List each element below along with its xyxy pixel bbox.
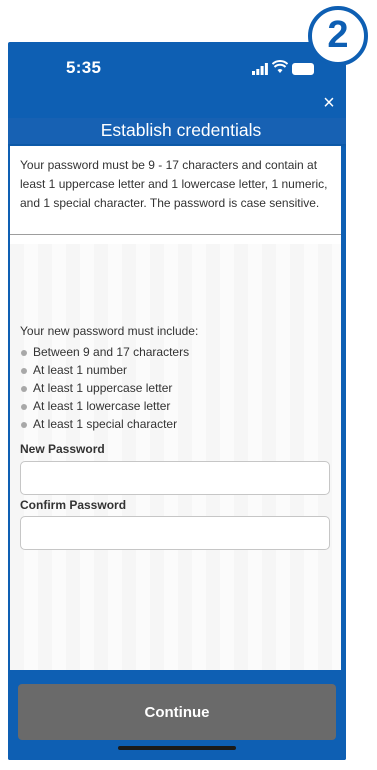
signal-icon [252,62,268,80]
battery-icon [292,63,314,75]
password-info-text: Your password must be 9 - 17 characters … [10,146,341,235]
wifi-icon [271,60,289,79]
requirements-intro: Your new password must include: [20,324,199,338]
step-number-badge: 2 [308,6,368,66]
bullet-icon [21,350,27,356]
credentials-panel: Your password must be 9 - 17 characters … [10,146,341,746]
status-bar: 5:35 [8,42,346,92]
close-icon[interactable]: × [318,92,340,114]
requirement-item: At least 1 special character [20,416,189,434]
form-area: Your new password must include: Between … [10,244,341,729]
page-title-bar: Establish credentials [8,118,346,144]
bullet-icon [21,386,27,392]
bullet-icon [21,368,27,374]
new-password-field[interactable] [20,461,330,495]
requirement-item: At least 1 lowercase letter [20,398,189,416]
footer: Continue [8,670,346,760]
bullet-icon [21,422,27,428]
new-password-label: New Password [20,442,105,456]
status-time: 5:35 [66,58,102,77]
requirement-item: At least 1 uppercase letter [20,380,189,398]
requirement-item: Between 9 and 17 characters [20,344,189,362]
requirement-item: At least 1 number [20,362,189,380]
phone-screen: 5:35 × Establish credentials Your passwo… [8,42,346,760]
requirements-list: Between 9 and 17 characters At least 1 n… [20,344,189,434]
page-title: Establish credentials [100,120,262,140]
confirm-password-field[interactable] [20,516,330,550]
confirm-password-label: Confirm Password [20,498,127,512]
bullet-icon [21,404,27,410]
home-indicator [118,746,236,750]
continue-button[interactable]: Continue [18,684,336,740]
